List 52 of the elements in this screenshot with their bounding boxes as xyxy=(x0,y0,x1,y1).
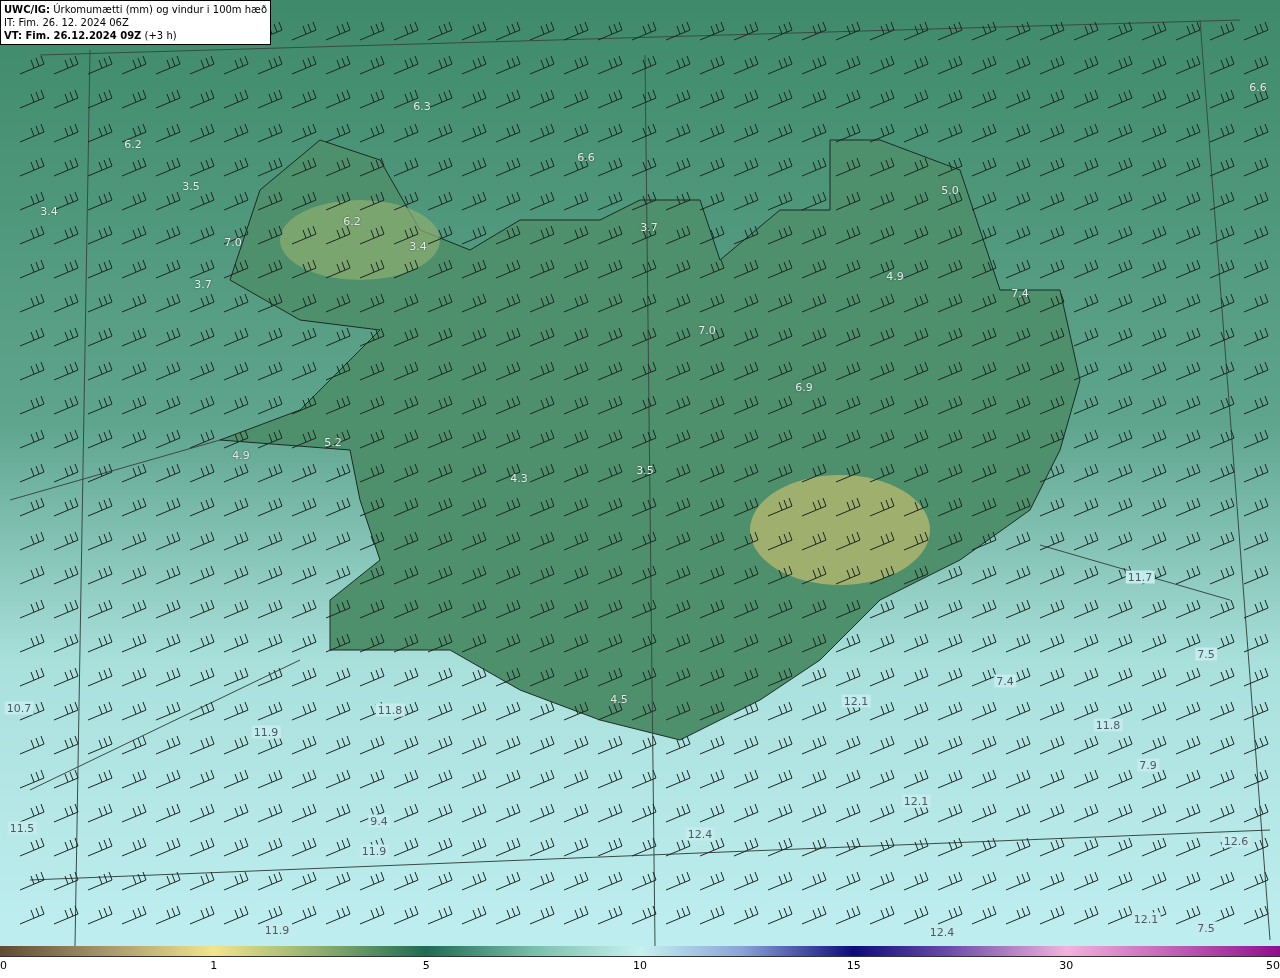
value-label: 7.0 xyxy=(697,323,717,337)
value-label: 7.4 xyxy=(994,674,1016,688)
value-label: 11.8 xyxy=(375,703,405,717)
value-label: 4.9 xyxy=(231,448,251,462)
value-label: 7.4 xyxy=(1010,286,1030,300)
value-label: 9.4 xyxy=(368,814,390,828)
value-label: 11.8 xyxy=(1093,718,1123,732)
value-label: 3.5 xyxy=(181,179,201,193)
value-label: 12.1 xyxy=(901,794,931,808)
value-label: 11.5 xyxy=(7,821,37,835)
value-label: 10.7 xyxy=(4,701,34,715)
colorbar-tick-label: 15 xyxy=(846,959,861,972)
value-label: 7.9 xyxy=(1137,758,1159,772)
value-label: 4.3 xyxy=(509,471,529,485)
value-label: 7.5 xyxy=(1195,647,1217,661)
colorbar-tick-label: 5 xyxy=(422,959,430,972)
colorbar-tick-label: 10 xyxy=(633,959,647,972)
value-label: 3.4 xyxy=(408,239,428,253)
value-label: 12.4 xyxy=(685,827,715,841)
colorbar-tick-label: 30 xyxy=(1059,959,1074,972)
value-label: 4.9 xyxy=(885,269,905,283)
value-label: 5.0 xyxy=(940,183,960,197)
value-label: 12.1 xyxy=(841,694,871,708)
map-title: Úrkomumætti (mm) og vindur i 100m hæð xyxy=(53,4,268,15)
value-label: 3.4 xyxy=(39,204,59,218)
value-label: 3.7 xyxy=(193,277,213,291)
value-label: 6.2 xyxy=(342,214,362,228)
value-label: 11.9 xyxy=(262,923,292,937)
value-label: 12.1 xyxy=(1131,912,1161,926)
lead-time: (+3 h) xyxy=(144,30,177,41)
value-label: 6.3 xyxy=(412,99,432,113)
value-label: 3.7 xyxy=(639,220,659,234)
value-label: 12.6 xyxy=(1221,834,1251,848)
value-label: 7.0 xyxy=(223,235,243,249)
value-label: 6.6 xyxy=(576,150,596,164)
value-label: 11.7 xyxy=(1125,570,1155,584)
colorbar-tick-label: 50 xyxy=(1266,959,1280,972)
value-label: 6.2 xyxy=(123,137,143,151)
value-label: 5.2 xyxy=(323,435,343,449)
colorbar-tick-label: 1 xyxy=(210,959,218,972)
issue-time: IT: Fim. 26. 12. 2024 06Z xyxy=(4,17,129,28)
value-label: 3.5 xyxy=(635,463,655,477)
value-label: 7.5 xyxy=(1195,921,1217,935)
value-label: 6.6 xyxy=(1248,80,1268,94)
valid-time: VT: Fim. 26.12.2024 09Z xyxy=(4,30,142,41)
value-label: 11.9 xyxy=(359,844,389,858)
value-label: 6.9 xyxy=(794,380,814,394)
value-label: 4.5 xyxy=(609,692,629,706)
colorbar-tick-label: 0 xyxy=(0,959,7,972)
value-label: 12.4 xyxy=(927,925,957,939)
model-label: UWC/IG: xyxy=(4,4,51,15)
value-label: 11.9 xyxy=(251,725,281,739)
